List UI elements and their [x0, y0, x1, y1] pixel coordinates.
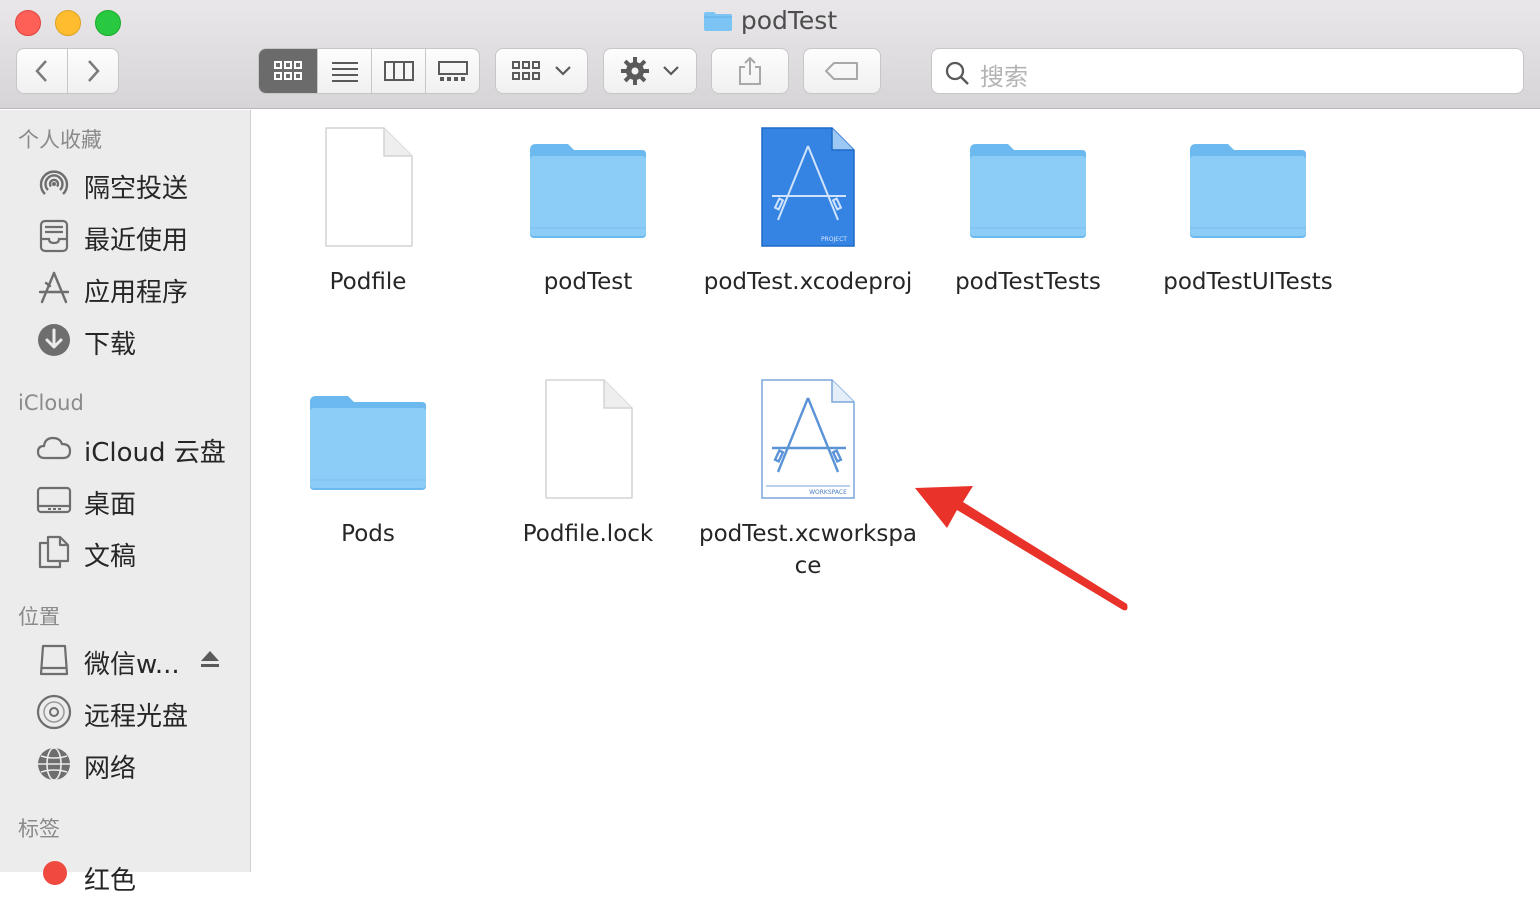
sidebar-item-label: 下载: [84, 330, 137, 360]
document-icon: [545, 379, 633, 499]
xcworkspace-icon: WORKSPACE: [761, 379, 855, 499]
red-tag-icon: [43, 861, 67, 885]
window-title: podTest: [0, 6, 1540, 35]
folder-icon: [1190, 144, 1306, 238]
file-item-podtesttests[interactable]: podTestTests: [918, 110, 1138, 340]
sidebar-item-icloud-drive[interactable]: iCloud 云盘: [0, 425, 250, 471]
recents-icon: [39, 219, 69, 253]
sidebar-item-remote-disc[interactable]: 远程光盘: [0, 689, 250, 735]
group-grid-icon: [511, 61, 540, 80]
network-icon: [38, 747, 70, 781]
cd-icon: [36, 694, 72, 730]
sidebar-item-label: 最近使用: [84, 226, 189, 256]
share-button[interactable]: [711, 48, 789, 94]
sidebar-item-network[interactable]: 网络: [0, 741, 250, 787]
file-item-xcodeproj[interactable]: PROJECT podTest.xcodeproj: [698, 110, 918, 340]
chevron-down-icon: [663, 66, 679, 76]
eject-icon[interactable]: [200, 649, 220, 669]
file-name: podTest.xcodeproj: [703, 269, 913, 295]
group-by-button[interactable]: [495, 48, 588, 94]
file-item-xcworkspace[interactable]: WORKSPACE podTest.xcworkspace: [698, 362, 918, 592]
file-name: podTestUITests: [1163, 269, 1333, 295]
sidebar-heading-icloud: iCloud: [18, 391, 84, 415]
chevron-left-icon: [35, 60, 47, 82]
file-item-podfile[interactable]: Podfile: [258, 110, 478, 340]
icon-grid-icon: [274, 61, 302, 80]
gallery-icon: [437, 61, 468, 81]
cloud-icon: [36, 436, 72, 460]
back-button[interactable]: [17, 49, 68, 93]
file-name: Pods: [341, 521, 395, 547]
gear-icon: [621, 57, 649, 85]
sidebar-item-label: 红色: [84, 866, 137, 896]
sidebar-item-downloads[interactable]: 下载: [0, 317, 250, 363]
desktop-icon: [36, 486, 72, 514]
folder-icon: [970, 144, 1086, 238]
file-item-podtestuitests[interactable]: podTestUITests: [1138, 110, 1358, 340]
tags-button[interactable]: [803, 48, 881, 94]
sidebar-item-tag-red[interactable]: 红色: [0, 853, 250, 899]
search-icon: [945, 61, 969, 85]
action-menu-button[interactable]: [603, 48, 697, 94]
icon-view-button[interactable]: [259, 49, 318, 93]
xcodeproj-icon: PROJECT: [761, 127, 855, 247]
sidebar-item-label: 微信w...: [84, 650, 180, 680]
applications-icon: [38, 271, 70, 304]
column-view-button[interactable]: [372, 49, 426, 93]
sidebar-item-applications[interactable]: 应用程序: [0, 265, 250, 311]
file-icon-view: Podfile podTest PROJECT podTest.xcodepro…: [252, 110, 1540, 872]
sidebar-item-label: iCloud 云盘: [84, 438, 226, 468]
chevron-right-icon: [87, 60, 100, 82]
documents-icon: [38, 535, 70, 569]
gallery-view-button[interactable]: [426, 49, 479, 93]
view-mode-control: [258, 48, 480, 94]
sidebar-item-label: 桌面: [84, 490, 137, 520]
window-title-text: podTest: [740, 6, 838, 35]
file-item-podtest-folder[interactable]: podTest: [478, 110, 698, 340]
folder-icon: [530, 144, 646, 238]
title-bar: podTest 搜索: [0, 0, 1540, 109]
downloads-icon: [38, 324, 70, 356]
airdrop-icon: [39, 170, 69, 195]
icon-label: PROJECT: [821, 236, 847, 243]
annotation-arrow-icon: [915, 486, 1128, 611]
sidebar-item-recents[interactable]: 最近使用: [0, 213, 250, 259]
list-icon: [331, 62, 358, 82]
file-name: Podfile.lock: [522, 521, 654, 547]
list-view-button[interactable]: [318, 49, 372, 93]
file-name: Podfile: [329, 269, 407, 295]
folder-icon: [310, 396, 426, 490]
sidebar-item-documents[interactable]: 文稿: [0, 529, 250, 575]
sidebar-item-label: 网络: [84, 754, 137, 784]
file-name: podTest.xcworkspace: [698, 521, 918, 579]
chevron-down-icon: [554, 66, 571, 76]
file-item-podfile-lock[interactable]: Podfile.lock: [478, 362, 698, 592]
sidebar-item-wechat-disk[interactable]: 微信w...: [0, 637, 250, 683]
file-item-pods[interactable]: Pods: [258, 362, 478, 592]
columns-icon: [383, 61, 414, 81]
folder-icon: [703, 12, 732, 31]
navigation-buttons: [16, 48, 119, 94]
sidebar-item-label: 远程光盘: [84, 702, 189, 732]
forward-button[interactable]: [68, 49, 119, 93]
sidebar-heading-tags: 标签: [18, 817, 60, 841]
file-name: podTestTests: [955, 269, 1101, 295]
sidebar-item-label: 隔空投送: [84, 174, 189, 204]
sidebar-heading-locations: 位置: [18, 605, 60, 629]
search-field[interactable]: 搜索: [931, 48, 1524, 94]
file-name: podTest: [543, 269, 633, 295]
sidebar-heading-favorites: 个人收藏: [18, 128, 102, 152]
sidebar-item-desktop[interactable]: 桌面: [0, 477, 250, 523]
sidebar: 个人收藏 隔空投送 最近使用 应用程序 下载 iCloud iCloud 云盘 …: [0, 110, 251, 896]
document-icon: [325, 127, 413, 247]
share-icon: [739, 56, 761, 85]
sidebar-item-airdrop[interactable]: 隔空投送: [0, 161, 250, 207]
tag-icon: [825, 62, 858, 80]
search-placeholder: 搜索: [980, 63, 1028, 91]
disk-icon: [39, 644, 69, 676]
sidebar-item-label: 文稿: [84, 542, 137, 572]
sidebar-item-label: 应用程序: [84, 278, 189, 308]
icon-label: WORKSPACE: [809, 489, 847, 496]
